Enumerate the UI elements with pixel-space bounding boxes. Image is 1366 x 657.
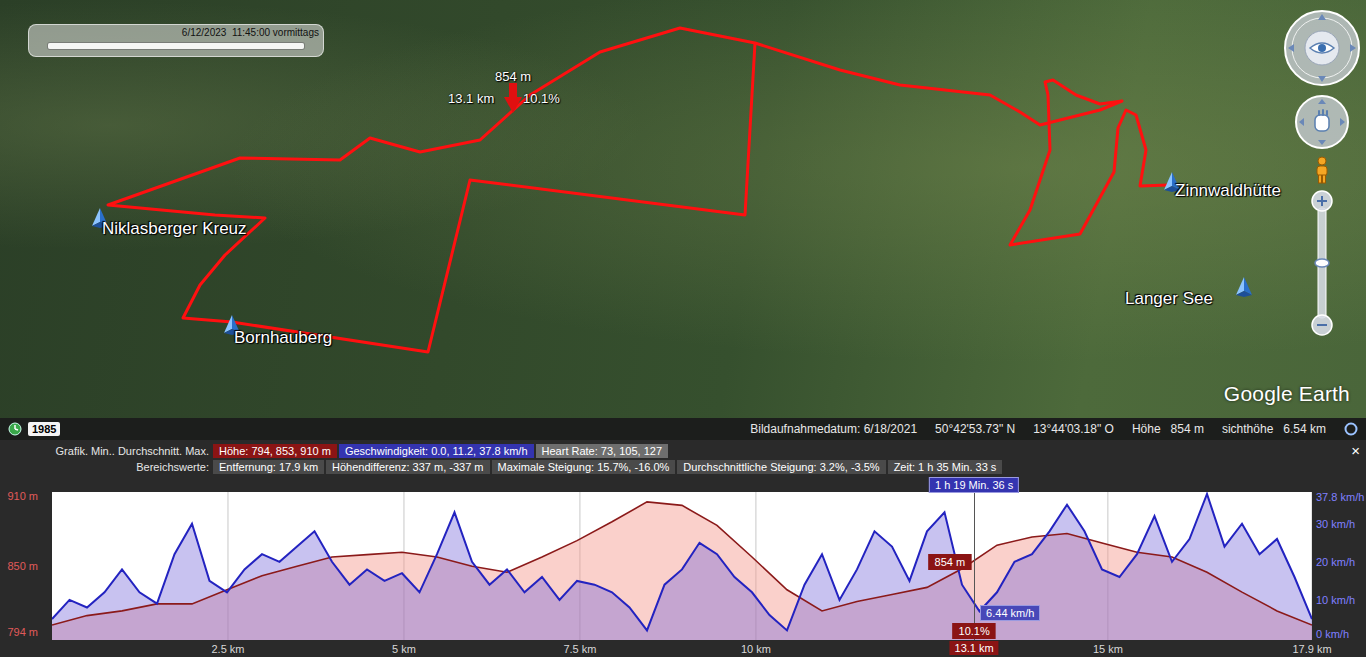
plot-area[interactable]: 1 h 19 Min. 36 s854 m6.44 km/h10.1% xyxy=(52,492,1312,640)
longitude: 13°44'03.18" O xyxy=(1033,422,1114,436)
elevation-tick: 794 m xyxy=(7,625,38,639)
historical-year[interactable]: 1985 xyxy=(28,422,60,436)
cursor-distance: 13.1 km xyxy=(950,641,999,655)
time-slider-fill xyxy=(48,43,304,49)
placemark-label[interactable]: Bornhauberg xyxy=(234,328,332,348)
elevation-tick: 910 m xyxy=(7,489,38,503)
status-bar: 1985 Bildaufnahmedatum: 6/18/2021 50°42'53… xyxy=(0,418,1366,440)
marker-distance: 13.1 km xyxy=(448,91,494,106)
graph-stats-row: Grafik. Min.. Durchschnitt. Max.Höhe: 79… xyxy=(0,443,1366,459)
google-earth-window: 6/12/2023 11:45:00 vormittags Niklasberge… xyxy=(0,0,1366,657)
speed-tick: 10 km/h xyxy=(1316,593,1355,607)
speed-tick: 0 km/h xyxy=(1316,627,1349,641)
time-slider[interactable]: 6/12/2023 11:45:00 vormittags xyxy=(28,24,324,57)
range-value: Zeit: 1 h 35 Min. 33 s xyxy=(888,460,1003,474)
graph-stats-label: Grafik. Min.. Durchschnitt. Max. xyxy=(0,445,213,457)
pegman-icon[interactable] xyxy=(1314,156,1330,184)
speed-tick: 20 km/h xyxy=(1316,555,1355,569)
range-value: Höhendifferenz: 337 m, -337 m xyxy=(326,460,489,474)
eye-altitude-value: 6.54 km xyxy=(1283,422,1326,436)
speed-tick: 37.8 km/h xyxy=(1316,490,1364,504)
profile-chart: 910 m850 m794 m1 h 19 Min. 36 s854 m6.44… xyxy=(0,492,1366,640)
elevation-profile-panel: Grafik. Min.. Durchschnitt. Max.Höhe: 79… xyxy=(0,440,1366,657)
elevation-tick: 850 m xyxy=(7,559,38,573)
distance-tick: 10 km xyxy=(741,642,771,656)
elevation-value: 854 m xyxy=(1171,422,1204,436)
placemark-label[interactable]: Zinnwaldhütte xyxy=(1175,181,1281,201)
close-button[interactable]: × xyxy=(1345,443,1366,459)
look-control[interactable] xyxy=(1282,8,1362,88)
distance-axis: 2.5 km 5 km 7.5 km 10 km 15 km 17.9 km 13.1 km xyxy=(0,640,1366,657)
google-earth-logo: Google Earth xyxy=(1224,382,1350,406)
distance-tick: 7.5 km xyxy=(563,642,596,656)
marker-elevation: 854 m xyxy=(495,69,531,84)
cursor-time: 1 h 19 Min. 36 s xyxy=(929,477,1019,493)
distance-tick: 5 km xyxy=(392,642,416,656)
elevation-label: Höhe xyxy=(1132,422,1161,436)
historical-imagery-icon[interactable] xyxy=(8,422,22,436)
time-label: 6/12/2023 11:45:00 vormittags xyxy=(33,27,319,39)
eye-altitude-readout: sichthöhe 6.54 km xyxy=(1222,422,1326,436)
marker-grade: 10.1% xyxy=(523,91,560,106)
elevation-axis: 910 m 850 m 794 m xyxy=(0,492,52,640)
navigation-controls xyxy=(1282,8,1362,336)
position-arrow-icon xyxy=(504,83,522,113)
profile-graph xyxy=(52,492,1312,640)
latitude: 50°42'53.73" N xyxy=(935,422,1015,436)
distance-tick: 2.5 km xyxy=(211,642,244,656)
profile-header: Grafik. Min.. Durchschnitt. Max.Höhe: 79… xyxy=(0,440,1366,475)
eye-altitude-label: sichthöhe xyxy=(1222,422,1273,436)
placemark-label[interactable]: Niklasberger Kreuz xyxy=(102,219,247,239)
cursor-speed: 6.44 km/h xyxy=(980,605,1040,621)
range-value: Maximale Steigung: 15.7%, -16.0% xyxy=(492,460,676,474)
zoom-slider[interactable] xyxy=(1310,190,1334,336)
move-control[interactable] xyxy=(1294,94,1350,150)
elevation-readout: Höhe 854 m xyxy=(1132,422,1204,436)
distance-tick: 17.9 km xyxy=(1292,642,1331,656)
range-value: Entfernung: 17.9 km xyxy=(213,460,324,474)
status-info: Bildaufnahmedatum: 6/18/2021 50°42'53.73"… xyxy=(750,422,1358,436)
cursor-elevation: 854 m xyxy=(929,554,972,570)
series-stat[interactable]: Höhe: 794, 853, 910 m xyxy=(213,444,337,458)
placemark-label[interactable]: Langer See xyxy=(1125,289,1213,309)
placemark-icon[interactable] xyxy=(1236,277,1252,297)
range-values-row: Bereichswerte:Entfernung: 17.9 kmHöhendi… xyxy=(0,459,1366,475)
range-values-label: Bereichswerte: xyxy=(0,461,213,473)
series-stat[interactable]: Geschwindigkeit: 0.0, 11.2, 37.8 km/h xyxy=(339,444,534,458)
streaming-icon xyxy=(1344,422,1358,436)
time-slider-track[interactable] xyxy=(47,42,305,50)
satellite-map[interactable]: 6/12/2023 11:45:00 vormittags Niklasberge… xyxy=(0,0,1366,418)
range-value: Durchschnittliche Steigung: 3.2%, -3.5% xyxy=(677,460,885,474)
cursor-grade: 10.1% xyxy=(953,623,996,639)
speed-axis: 37.8 km/h 30 km/h 20 km/h 10 km/h 0 km/h xyxy=(1312,492,1366,640)
cursor-line[interactable] xyxy=(974,492,975,640)
series-stat[interactable]: Heart Rate: 73, 105, 127 xyxy=(536,444,668,458)
distance-tick: 15 km xyxy=(1093,642,1123,656)
gps-track xyxy=(0,0,1366,418)
imagery-date: Bildaufnahmedatum: 6/18/2021 xyxy=(750,422,917,436)
speed-tick: 30 km/h xyxy=(1316,517,1355,531)
